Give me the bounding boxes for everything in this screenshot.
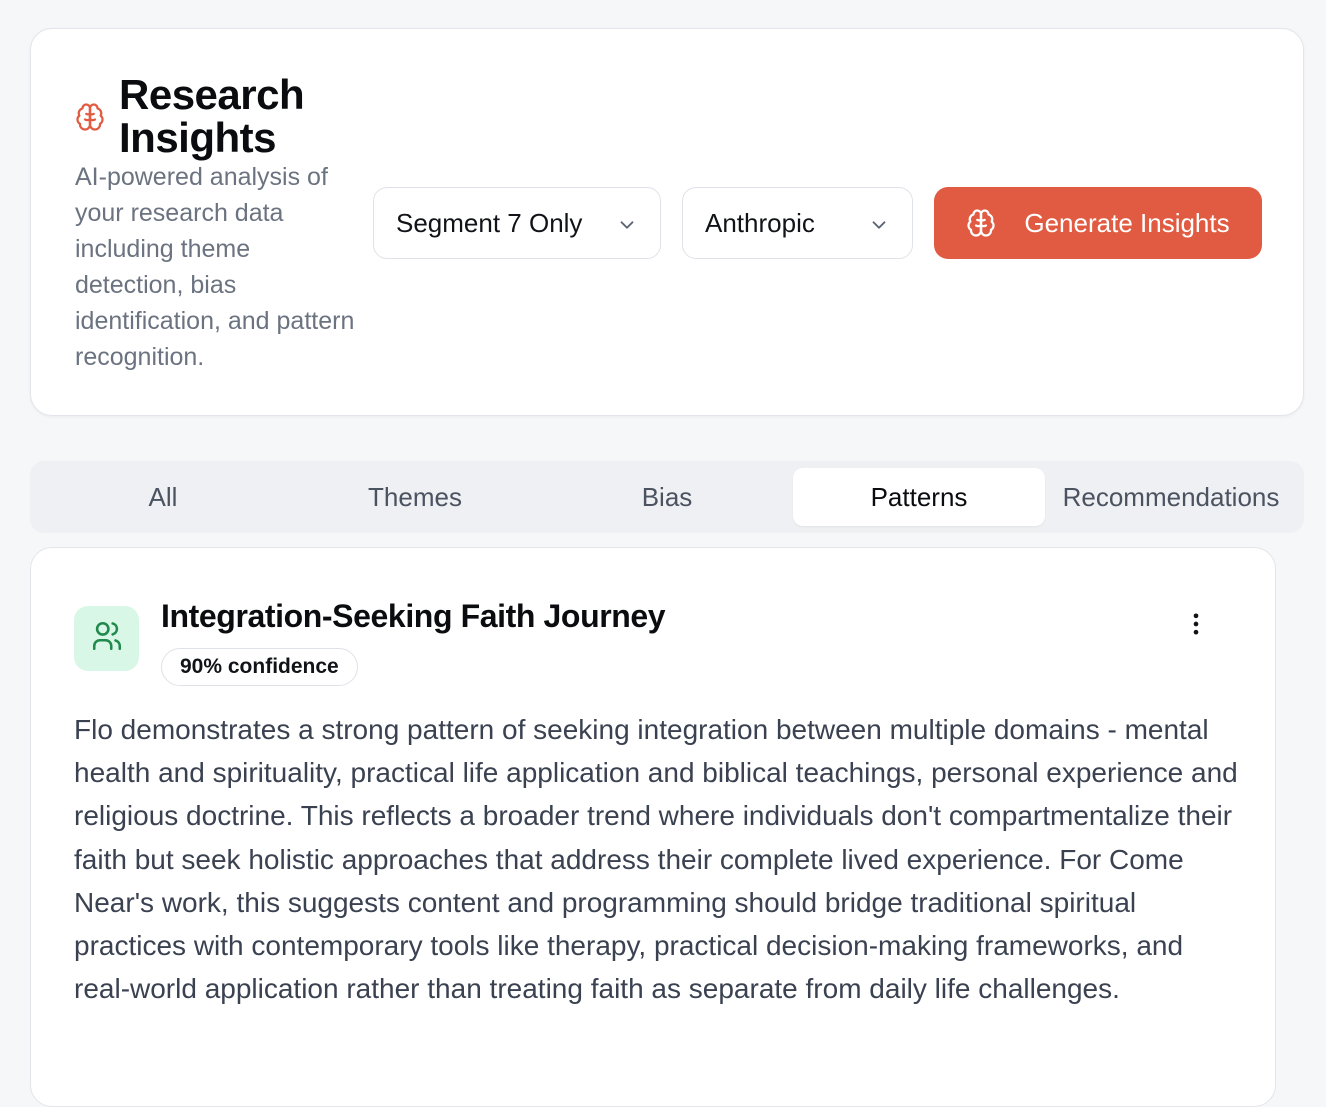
page-title: Research Insights	[119, 71, 305, 161]
users-icon	[90, 619, 124, 658]
header-card: Research Insights AI-powered analysis of…	[30, 28, 1304, 416]
insight-body: Flo demonstrates a strong pattern of see…	[74, 714, 1238, 1005]
insight-card: Integration-Seeking Faith Journey 90% co…	[30, 547, 1276, 1107]
more-vertical-icon	[1182, 610, 1210, 643]
tab-themes[interactable]: Themes	[289, 468, 541, 526]
page-description: AI-powered analysis of your research dat…	[75, 163, 355, 371]
brain-icon	[966, 208, 996, 238]
confidence-badge: 90% confidence	[161, 648, 358, 686]
segment-select-value: Segment 7 Only	[396, 207, 583, 238]
provider-select-value: Anthropic	[705, 207, 815, 238]
generate-insights-button[interactable]: Generate Insights	[934, 187, 1262, 259]
chevron-down-icon	[868, 212, 890, 234]
title-row: Research Insights	[75, 73, 359, 159]
insight-tabs: All Themes Bias Patterns Recommendations	[30, 461, 1304, 533]
chevron-down-icon	[616, 212, 638, 234]
tab-all[interactable]: All	[37, 468, 289, 526]
tab-recommendations[interactable]: Recommendations	[1045, 468, 1297, 526]
tab-bias[interactable]: Bias	[541, 468, 793, 526]
tab-patterns[interactable]: Patterns	[793, 468, 1045, 526]
insight-title: Integration-Seeking Faith Journey	[161, 598, 666, 634]
generate-insights-label: Generate Insights	[1024, 207, 1230, 238]
segment-select[interactable]: Segment 7 Only	[373, 187, 661, 259]
provider-select[interactable]: Anthropic	[682, 187, 913, 259]
brain-icon	[75, 102, 105, 132]
more-options-button[interactable]	[1179, 606, 1213, 646]
insight-type-badge	[74, 606, 139, 671]
